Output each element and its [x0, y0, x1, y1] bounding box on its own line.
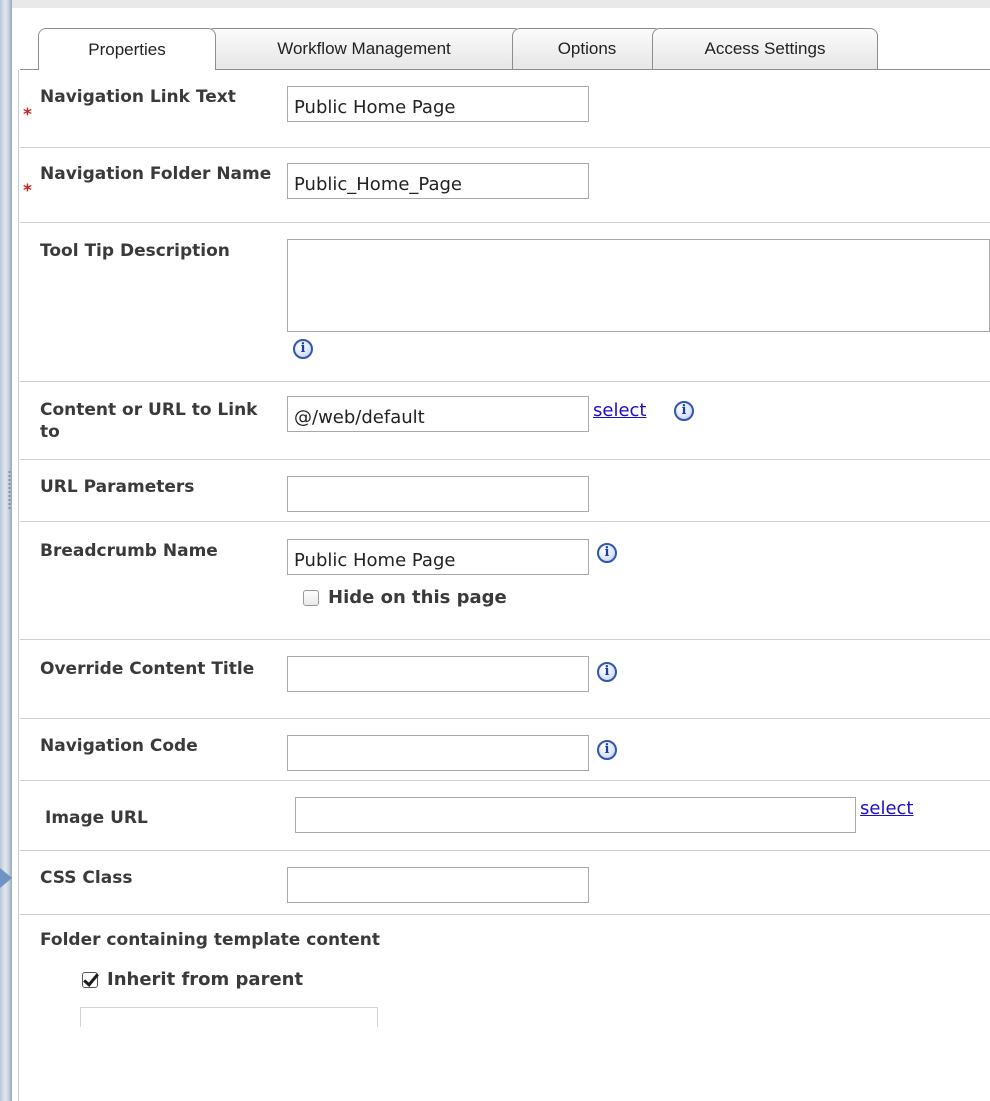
row-breadcrumb-name: Breadcrumb Name i Hide on this page	[20, 521, 990, 640]
navigation-link-text-input[interactable]	[287, 86, 589, 122]
required-marker: *	[23, 105, 32, 125]
tab-properties[interactable]: Properties	[38, 28, 216, 70]
url-parameters-label: URL Parameters	[40, 477, 195, 497]
tooltip-description-label: Tool Tip Description	[40, 241, 230, 261]
template-folder-heading: Folder containing template content	[40, 930, 380, 950]
navigation-folder-name-label: Navigation Folder Name	[40, 164, 272, 184]
row-override-content-title: Override Content Title i	[20, 639, 990, 719]
css-class-label: CSS Class	[40, 868, 133, 888]
breadcrumb-name-input[interactable]	[287, 539, 589, 575]
info-icon[interactable]: i	[597, 543, 617, 563]
tooltip-description-textarea[interactable]	[287, 239, 990, 332]
navigation-folder-name-input[interactable]	[287, 163, 589, 199]
inherit-from-parent-label: Inherit from parent	[107, 969, 304, 990]
resize-grip[interactable]	[8, 470, 11, 510]
info-icon[interactable]: i	[597, 662, 617, 682]
info-icon[interactable]: i	[597, 740, 617, 760]
url-parameters-input[interactable]	[287, 476, 589, 512]
content-url-input[interactable]	[287, 396, 589, 432]
collapse-arrow-icon[interactable]	[0, 868, 12, 888]
row-navigation-folder-name: * Navigation Folder Name	[20, 147, 990, 223]
row-url-parameters: URL Parameters	[20, 459, 990, 522]
override-content-title-label: Override Content Title	[40, 659, 255, 679]
breadcrumb-name-label: Breadcrumb Name	[40, 541, 218, 561]
content-border	[18, 70, 19, 1101]
tab-workflow-management[interactable]: Workflow Management	[206, 28, 522, 69]
row-tooltip-description: Tool Tip Description i	[20, 222, 990, 382]
row-navigation-code: Navigation Code i	[20, 718, 990, 781]
override-content-title-input[interactable]	[287, 656, 589, 692]
navigation-code-label: Navigation Code	[40, 736, 198, 756]
tab-strip: Properties Workflow Management Options A…	[20, 28, 990, 70]
tab-access-settings[interactable]: Access Settings	[652, 28, 878, 69]
tab-options[interactable]: Options	[512, 28, 662, 69]
css-class-input[interactable]	[287, 867, 589, 903]
row-navigation-link-text: * Navigation Link Text	[20, 70, 990, 148]
hide-on-page-checkbox[interactable]	[303, 589, 319, 606]
hide-on-page-label: Hide on this page	[328, 587, 507, 608]
hide-on-page-option[interactable]: Hide on this page	[303, 587, 507, 608]
required-marker: *	[23, 181, 32, 201]
navigation-link-text-label: Navigation Link Text	[40, 87, 236, 107]
top-band	[0, 0, 990, 8]
left-frame-edge	[0, 0, 12, 1101]
image-url-label: Image URL	[45, 808, 148, 828]
info-icon[interactable]: i	[674, 401, 694, 421]
content-url-select-link[interactable]: select	[593, 400, 646, 421]
image-url-input[interactable]	[295, 797, 856, 833]
template-folder-box	[80, 1007, 378, 1027]
content-url-label: Content or URL to Link to	[40, 400, 258, 442]
row-content-url: Content or URL to Link to select i	[20, 381, 990, 460]
inherit-from-parent-option[interactable]: Inherit from parent	[82, 969, 303, 990]
navigation-code-input[interactable]	[287, 735, 589, 771]
image-url-select-link[interactable]: select	[860, 798, 913, 819]
info-icon[interactable]: i	[293, 339, 313, 359]
inherit-from-parent-checkbox[interactable]	[82, 971, 98, 988]
row-css-class: CSS Class	[20, 850, 990, 915]
row-image-url: Image URL select	[20, 780, 990, 851]
